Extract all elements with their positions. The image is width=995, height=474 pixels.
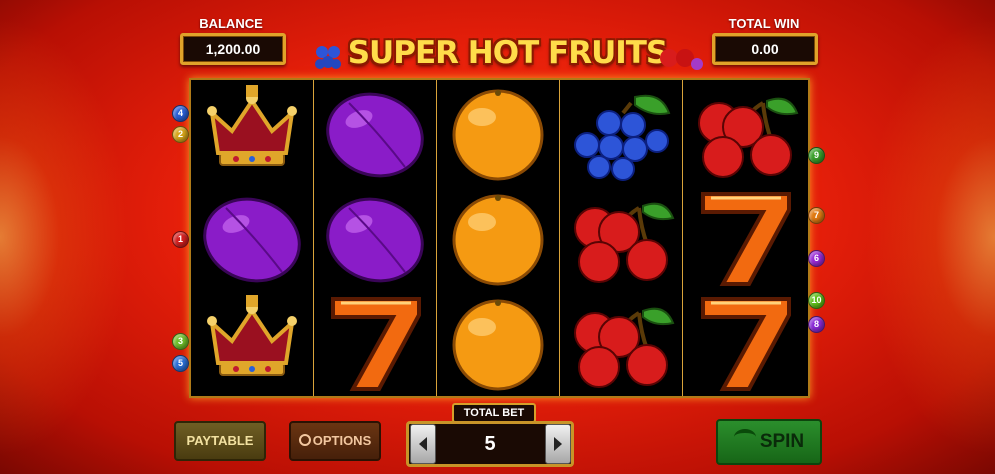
- reel-3: [437, 80, 560, 396]
- symbol-orange-icon: [437, 80, 559, 185]
- spin-label: SPIN: [759, 431, 805, 452]
- symbol-plum-icon: [314, 185, 436, 290]
- options-button[interactable]: OPTIONS: [289, 421, 381, 461]
- symbol-grapes-icon: [560, 80, 682, 185]
- payline-2-badge: 2: [172, 126, 189, 143]
- total-win-label: TOTAL WIN: [728, 16, 800, 31]
- chevron-left-icon: [419, 437, 427, 451]
- symbol-seven-icon: [683, 290, 806, 395]
- payline-7-badge: 7: [808, 207, 825, 224]
- symbol-cherry-icon: [683, 80, 806, 185]
- symbol-plum-icon: [314, 80, 436, 185]
- payline-3-badge: 3: [172, 333, 189, 350]
- payline-8-badge: 8: [808, 316, 825, 333]
- payline-5-badge: 5: [172, 355, 189, 372]
- reel-2: [314, 80, 437, 396]
- total-bet-label: TOTAL BET: [452, 403, 536, 423]
- symbol-orange-icon: [437, 185, 559, 290]
- payline-10-badge: 10: [808, 292, 825, 309]
- bet-increase-button[interactable]: [545, 424, 571, 464]
- logo-cherries-icon: [660, 49, 703, 70]
- spin-arrow-icon: [733, 429, 756, 445]
- total-win-value: 0.00: [712, 33, 818, 65]
- symbol-plum-icon: [191, 185, 313, 290]
- total-bet-value: 5: [484, 433, 496, 455]
- bet-decrease-button[interactable]: [410, 424, 436, 464]
- paytable-button[interactable]: PAYTABLE: [174, 421, 266, 461]
- options-label: OPTIONS: [312, 433, 372, 448]
- reel-5: [683, 80, 806, 396]
- reel-4: [560, 80, 683, 396]
- symbol-seven-icon: [683, 185, 806, 290]
- symbol-crown-icon: [191, 80, 313, 185]
- reel-grid: [189, 78, 810, 398]
- balance-value: 1,200.00: [180, 33, 286, 65]
- spin-button[interactable]: SPIN: [716, 419, 822, 465]
- symbol-crown-icon: [191, 290, 313, 395]
- symbol-cherry-icon: [560, 185, 682, 290]
- payline-9-badge: 9: [808, 147, 825, 164]
- chevron-right-icon: [554, 437, 562, 451]
- payline-6-badge: 6: [808, 250, 825, 267]
- payline-1-badge: 1: [172, 231, 189, 248]
- game-logo: SUPER HOT FRUITS: [347, 35, 669, 71]
- flame-border-right: [855, 0, 995, 474]
- options-gear-icon: [298, 434, 311, 446]
- logo-grapes-icon: [315, 46, 341, 69]
- reel-1: [191, 80, 314, 396]
- payline-4-badge: 4: [172, 105, 189, 122]
- balance-label: BALANCE: [199, 16, 263, 31]
- symbol-cherry-icon: [560, 290, 682, 395]
- symbol-seven-icon: [314, 290, 436, 395]
- symbol-orange-icon: [437, 290, 559, 395]
- flame-border-left: [0, 0, 140, 474]
